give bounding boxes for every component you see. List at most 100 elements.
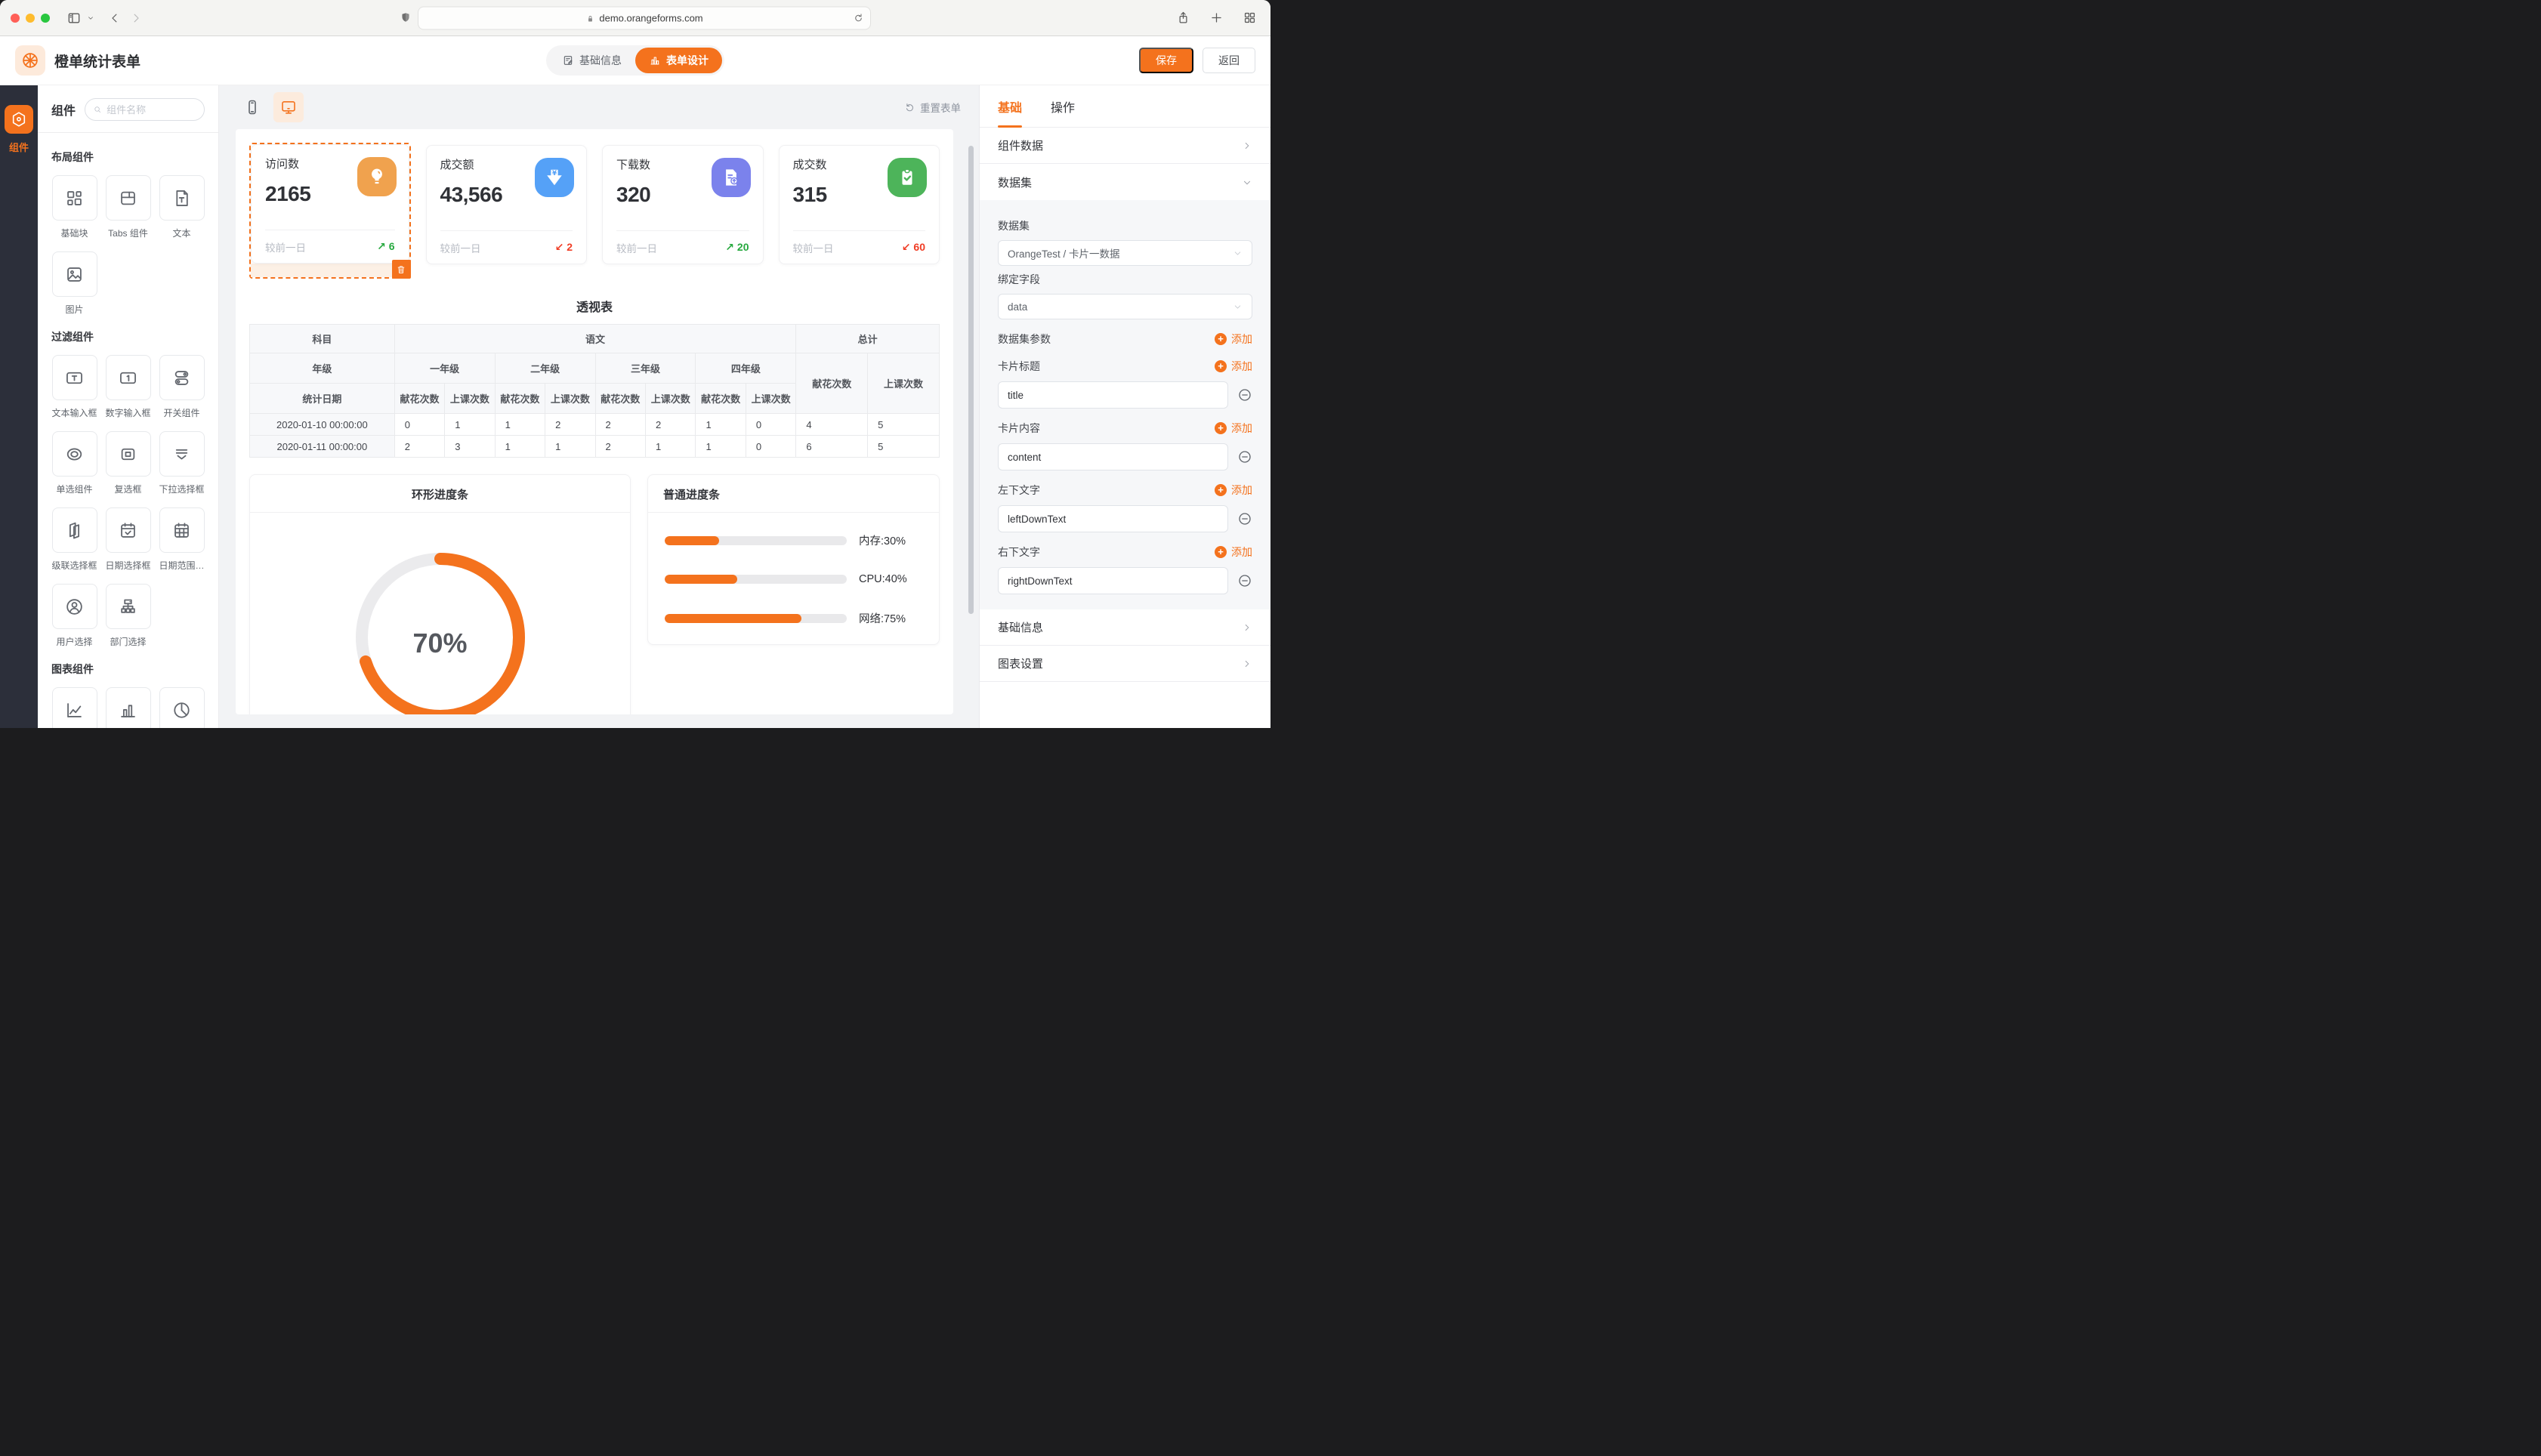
stat-card-yen-download[interactable]: 成交额43,566¥较前一日↙ 2 xyxy=(426,145,588,264)
add-button[interactable]: +添加 xyxy=(1215,332,1252,347)
stat-card-file-upload[interactable]: 下载数320较前一日↗ 20 xyxy=(602,145,764,264)
progress-bars-component[interactable]: 普通进度条内存:30%CPU:40%网络:75% xyxy=(647,474,940,645)
progress-row-CPU: CPU:40% xyxy=(665,573,922,585)
component-tile-dept[interactable]: 部门选择 xyxy=(105,584,151,648)
component-tile-date-range[interactable]: 日期范围… xyxy=(159,507,205,572)
sidebar-chevron-icon[interactable] xyxy=(85,8,97,29)
component-data-row[interactable]: 组件数据 xyxy=(980,128,1270,164)
stat-card-icon-tile xyxy=(888,158,927,197)
param-input-rightDownText[interactable] xyxy=(998,567,1228,594)
trash-icon xyxy=(396,264,406,275)
component-tile-select[interactable]: 下拉选择框 xyxy=(159,431,205,495)
component-search-input[interactable] xyxy=(85,98,205,121)
privacy-shield-icon[interactable] xyxy=(400,11,412,24)
add-button[interactable]: +添加 xyxy=(1215,421,1252,436)
component-tile-number-input[interactable]: 数字输入框 xyxy=(105,355,151,419)
dataset-group-row[interactable]: 数据集 xyxy=(980,164,1270,200)
chev-down-icon xyxy=(1233,302,1243,312)
component-tile-tabs[interactable]: Tabs 组件 xyxy=(105,175,151,239)
stat-card-clipboard-check[interactable]: 成交数315较前一日↙ 60 xyxy=(779,145,940,264)
reset-form-button[interactable]: 重置表单 xyxy=(904,100,961,115)
pivot-table-component[interactable]: 透视表科目语文总计年级一年级二年级三年级四年级献花次数上课次数统计日期献花次数上… xyxy=(249,297,940,458)
component-tile-checkbox[interactable]: 复选框 xyxy=(105,431,151,495)
chev-right-icon xyxy=(1242,622,1252,633)
new-tab-icon[interactable] xyxy=(1206,8,1227,29)
ring-card-title: 环形进度条 xyxy=(250,475,630,513)
remove-button[interactable] xyxy=(1237,449,1252,464)
reload-icon[interactable] xyxy=(853,11,864,23)
inspector-row-chart-settings[interactable]: 图表设置 xyxy=(980,646,1270,682)
close-window-button[interactable] xyxy=(11,14,20,23)
inspector-tab-actions[interactable]: 操作 xyxy=(1051,85,1075,127)
component-tile-user[interactable]: 用户选择 xyxy=(51,584,97,648)
share-icon[interactable] xyxy=(1172,8,1193,29)
minus-circle-icon xyxy=(1237,511,1252,526)
inspector-row-basic-info[interactable]: 基础信息 xyxy=(980,609,1270,646)
select-dataset[interactable]: OrangeTest / 卡片一数据 xyxy=(998,240,1252,266)
form-edit-icon xyxy=(562,54,574,66)
rail-item-label: 组件 xyxy=(9,140,29,154)
param-input-leftDownText[interactable] xyxy=(998,505,1228,532)
select-bind-field[interactable]: data xyxy=(998,294,1252,319)
component-tile-image[interactable]: 图片 xyxy=(51,251,97,316)
component-tile-line-chart[interactable] xyxy=(51,687,97,728)
stat-card-bulb[interactable]: 访问数2165较前一日↗ 6 xyxy=(251,144,409,264)
component-tile-grid[interactable]: 基础块 xyxy=(51,175,97,239)
param-input-title[interactable] xyxy=(998,381,1228,409)
forward-button[interactable] xyxy=(125,8,147,29)
component-tile-date-picker[interactable]: 日期选择框 xyxy=(105,507,151,572)
refresh-icon xyxy=(904,102,915,113)
component-tile-label: 日期范围… xyxy=(159,559,204,572)
component-tile-label: 文本 xyxy=(172,227,190,239)
component-tile-cascader[interactable]: 级联选择框 xyxy=(51,507,97,572)
minus-circle-icon xyxy=(1237,387,1252,403)
inspector-tab-basic[interactable]: 基础 xyxy=(998,85,1022,127)
back-button[interactable] xyxy=(104,8,125,29)
pivot-data-row: 2020-01-11 00:00:002311211065 xyxy=(250,436,940,458)
lock-icon xyxy=(585,12,595,23)
back-nav-button[interactable]: 返回 xyxy=(1203,48,1255,73)
file-upload-icon xyxy=(720,166,743,189)
selected-component-outline[interactable]: 访问数2165较前一日↗ 6 xyxy=(249,143,411,279)
remove-button[interactable] xyxy=(1237,387,1252,403)
form-canvas[interactable]: 访问数2165较前一日↗ 6成交额43,566¥较前一日↙ 2下载数320较前一… xyxy=(236,129,953,714)
minimize-window-button[interactable] xyxy=(26,14,35,23)
add-button[interactable]: +添加 xyxy=(1215,483,1252,498)
add-button[interactable]: +添加 xyxy=(1215,544,1252,560)
component-search-field[interactable] xyxy=(107,104,196,116)
tab-overview-icon[interactable] xyxy=(1239,8,1260,29)
delete-component-button[interactable] xyxy=(392,260,411,279)
component-tile-label: 用户选择 xyxy=(56,635,92,648)
pie-chart-icon xyxy=(171,700,192,720)
save-button[interactable]: 保存 xyxy=(1139,48,1193,73)
header-tab-form-design[interactable]: 表单设计 xyxy=(635,48,722,73)
component-tile-switch[interactable]: 开关组件 xyxy=(159,355,205,419)
component-tile-radio[interactable]: 单选组件 xyxy=(51,431,97,495)
ring-progress-component[interactable]: 环形进度条 70% xyxy=(249,474,631,714)
add-button[interactable]: +添加 xyxy=(1215,359,1252,374)
remove-button[interactable] xyxy=(1237,511,1252,526)
design-canvas-region: 重置表单 访问数2165较前一日↗ 6成交额43,566¥较前一日↙ 2下载数3… xyxy=(219,85,979,728)
header-tab-basic-info[interactable]: 基础信息 xyxy=(548,48,635,73)
ring-percent-label: 70% xyxy=(250,628,630,659)
component-tile-bar-chart[interactable] xyxy=(105,687,151,728)
canvas-scrollbar[interactable] xyxy=(968,146,974,614)
component-tile-label: 下拉选择框 xyxy=(159,483,204,495)
rail-item-components[interactable] xyxy=(5,105,33,134)
device-toggle-phone[interactable] xyxy=(237,92,267,122)
stat-compare-label: 较前一日 xyxy=(265,239,306,254)
pivot-data-row: 2020-01-10 00:00:000112221045 xyxy=(250,414,940,436)
sidebar-toggle-icon[interactable] xyxy=(63,8,85,29)
component-tile-pie-chart[interactable] xyxy=(159,687,205,728)
remove-button[interactable] xyxy=(1237,573,1252,588)
stat-compare-label: 较前一日 xyxy=(793,240,834,255)
component-tile-text-doc[interactable]: 文本 xyxy=(159,175,205,239)
param-label: 卡片标题 xyxy=(998,359,1040,374)
device-toggle-monitor[interactable] xyxy=(273,92,304,122)
date-range-icon xyxy=(171,520,192,541)
plus-circle-icon: + xyxy=(1215,333,1227,345)
param-input-content[interactable] xyxy=(998,443,1228,470)
address-bar[interactable]: demo.orangeforms.com xyxy=(418,6,871,29)
component-tile-text-input[interactable]: 文本输入框 xyxy=(51,355,97,419)
zoom-window-button[interactable] xyxy=(41,14,50,23)
